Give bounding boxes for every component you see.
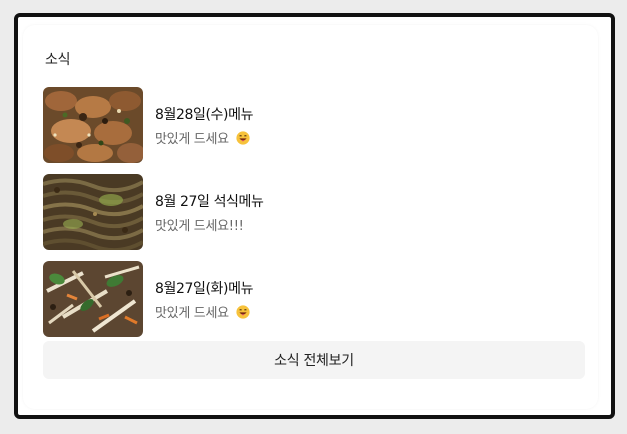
section-title: 소식	[45, 52, 71, 68]
news-item[interactable]: 8월27일(화)메뉴 맛있게 드세요	[43, 261, 583, 337]
news-thumbnail	[43, 87, 143, 163]
news-item-subtitle: 맛있게 드세요!!!	[155, 215, 244, 234]
news-item[interactable]: 8월28일(수)메뉴 맛있게 드세요	[43, 87, 583, 163]
news-item-subtitle-text: 맛있게 드세요	[155, 132, 229, 147]
news-item-subtitle: 맛있게 드세요	[155, 302, 250, 321]
news-card: 소식 8월28일(수)메뉴 맛있게 드세요 8월 27일 석식메뉴 맛있게 드세…	[23, 25, 598, 409]
news-item-title: 8월28일(수)메뉴	[155, 107, 254, 123]
grinning-tongue-face-icon	[236, 304, 250, 319]
news-item[interactable]: 8월 27일 석식메뉴 맛있게 드세요!!!	[43, 174, 583, 250]
news-item-subtitle: 맛있게 드세요	[155, 128, 250, 147]
news-item-title: 8월 27일 석식메뉴	[155, 194, 264, 210]
news-thumbnail	[43, 174, 143, 250]
vegetable-japchae-photo-icon	[43, 261, 143, 337]
screenshot-frame: 소식 8월28일(수)메뉴 맛있게 드세요 8월 27일 석식메뉴 맛있게 드세…	[14, 13, 615, 419]
stir-fry-noodles-photo-icon	[43, 174, 143, 250]
fried-meat-dish-photo-icon	[43, 87, 143, 163]
news-thumbnail	[43, 261, 143, 337]
grinning-tongue-face-icon	[236, 130, 250, 145]
view-all-news-button[interactable]: 소식 전체보기	[43, 341, 585, 379]
news-item-subtitle-text: 맛있게 드세요	[155, 306, 229, 321]
news-item-title: 8월27일(화)메뉴	[155, 281, 254, 297]
news-item-subtitle-text: 맛있게 드세요!!!	[155, 219, 244, 234]
